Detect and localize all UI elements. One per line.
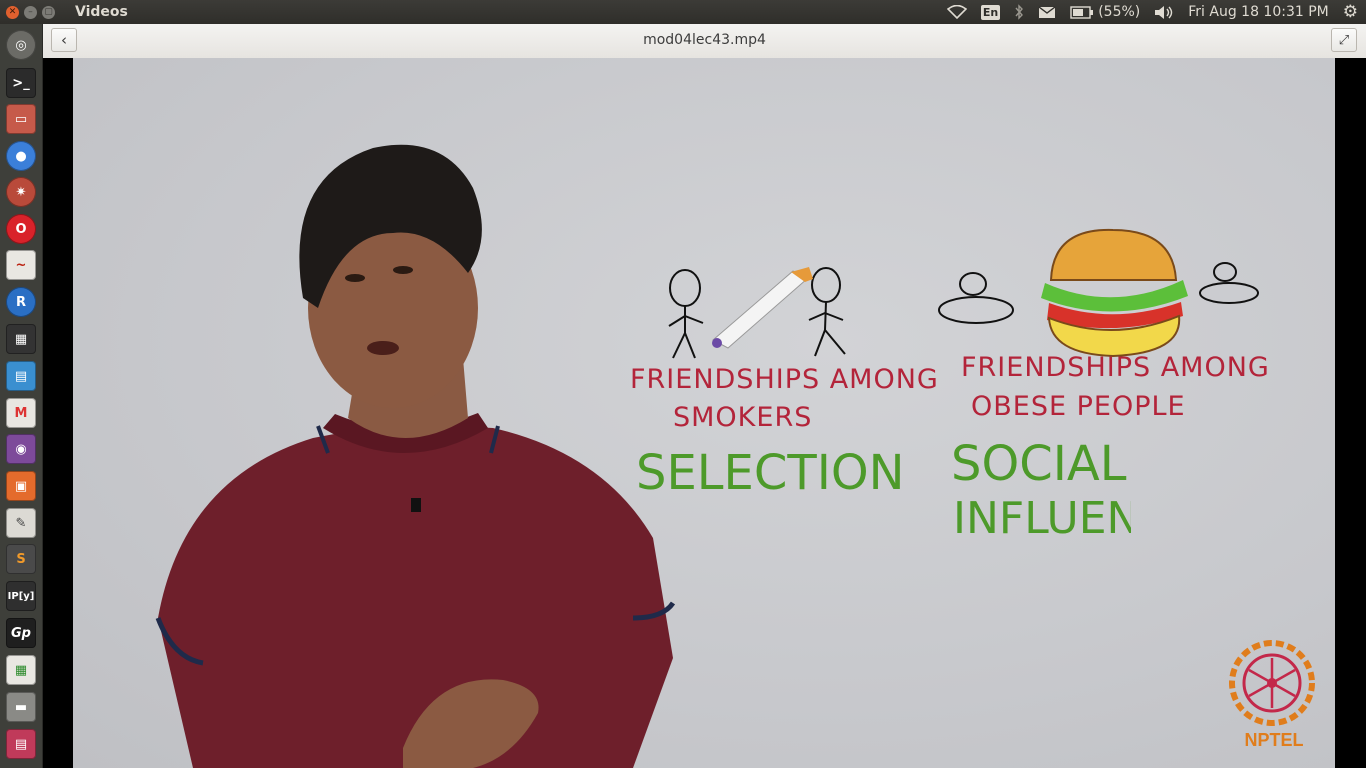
fullscreen-button[interactable]: ⤢ [1331, 28, 1357, 52]
right-caption-line2: OBESE PEOPLE [971, 391, 1186, 422]
drive-icon[interactable]: ▬ [6, 692, 36, 722]
keyboard-layout-label: En [980, 4, 1001, 20]
dash-icon[interactable]: ◎ [6, 30, 36, 60]
left-caption-line2: SMOKERS [673, 402, 813, 433]
document-viewer-icon[interactable]: ~ [6, 250, 36, 280]
maximize-window-button[interactable]: ▢ [42, 5, 55, 19]
chrome-icon[interactable]: ● [6, 141, 36, 171]
video-frame[interactable]: FRIENDSHIPS AMONG SMOKERS SELECTION FRIE… [73, 58, 1335, 768]
top-panel: ✕ – ▢ Videos En (55%) Fri Aug 18 10:31 P… [0, 0, 1366, 24]
cigarette-icon [712, 267, 813, 349]
fullscreen-icon: ⤢ [1338, 32, 1350, 48]
gear-icon[interactable]: ⚙ [1343, 2, 1358, 22]
indicator-area: En (55%) Fri Aug 18 10:31 PM ⚙ [946, 0, 1358, 24]
text-editor-icon[interactable]: ✎ [6, 508, 36, 538]
text-document-icon[interactable]: ▤ [6, 361, 36, 391]
terminal-icon[interactable]: >_ [6, 68, 36, 98]
sublime-icon-label: S [16, 551, 26, 567]
nptel-logo-mark [1229, 640, 1315, 726]
video-window-header: ‹ mod04lec43.mp4 ⤢ [43, 24, 1366, 59]
gp-icon-label: Gp [11, 625, 31, 641]
ipython-icon[interactable]: IP[y] [6, 581, 36, 611]
right-concept-line1: SOCIAL [951, 436, 1127, 492]
settings-icon[interactable]: ✷ [6, 177, 36, 207]
gp-icon[interactable]: Gp [6, 618, 36, 648]
r-icon-label: R [15, 294, 26, 310]
wifi-icon[interactable] [946, 5, 967, 19]
battery-icon [1070, 5, 1094, 19]
media-player-icon[interactable]: ◉ [6, 434, 36, 464]
right-caption-line1: FRIENDSHIPS AMONG [961, 352, 1270, 383]
files-icon[interactable]: ▭ [6, 104, 36, 134]
spreadsheet-icon[interactable]: ▦ [6, 655, 36, 685]
launcher: ◎ >_ ▭ ● ✷ O ~ R ▦ ▤ M ◉ ▣ ✎ S IP[y] Gp … [0, 24, 43, 768]
battery-percent: (55%) [1098, 4, 1141, 20]
video-player[interactable]: FRIENDSHIPS AMONG SMOKERS SELECTION FRIE… [43, 58, 1366, 768]
software-icon[interactable]: ▤ [6, 729, 36, 759]
sublime-text-icon[interactable]: S [6, 544, 36, 574]
bluetooth-icon[interactable] [1014, 4, 1024, 20]
left-caption-line1: FRIENDSHIPS AMONG [630, 364, 939, 395]
close-window-button[interactable]: ✕ [6, 5, 19, 19]
burger-icon [1041, 228, 1188, 358]
left-concept: SELECTION [636, 445, 905, 501]
video-file-title: mod04lec43.mp4 [643, 32, 766, 48]
presentation-icon[interactable]: ▣ [6, 471, 36, 501]
minimize-window-button[interactable]: – [24, 5, 37, 19]
r-icon[interactable]: R [6, 287, 36, 317]
keyboard-layout-indicator[interactable]: En [980, 4, 1001, 20]
ipython-icon-label: IP[y] [7, 590, 35, 602]
opera-icon[interactable]: O [6, 214, 36, 244]
nptel-logo-text: NPTEL [1244, 730, 1304, 750]
battery-indicator[interactable]: (55%) [1070, 4, 1140, 20]
clock[interactable]: Fri Aug 18 10:31 PM [1188, 4, 1329, 20]
lecturer [155, 144, 676, 768]
right-concept-line2: INFLUEN [953, 493, 1131, 544]
app-title: Videos [75, 4, 128, 20]
volume-icon[interactable] [1154, 5, 1174, 20]
gmail-icon[interactable]: M [6, 398, 36, 428]
video-editor-icon[interactable]: ▦ [6, 324, 36, 354]
mail-icon[interactable] [1038, 5, 1056, 19]
